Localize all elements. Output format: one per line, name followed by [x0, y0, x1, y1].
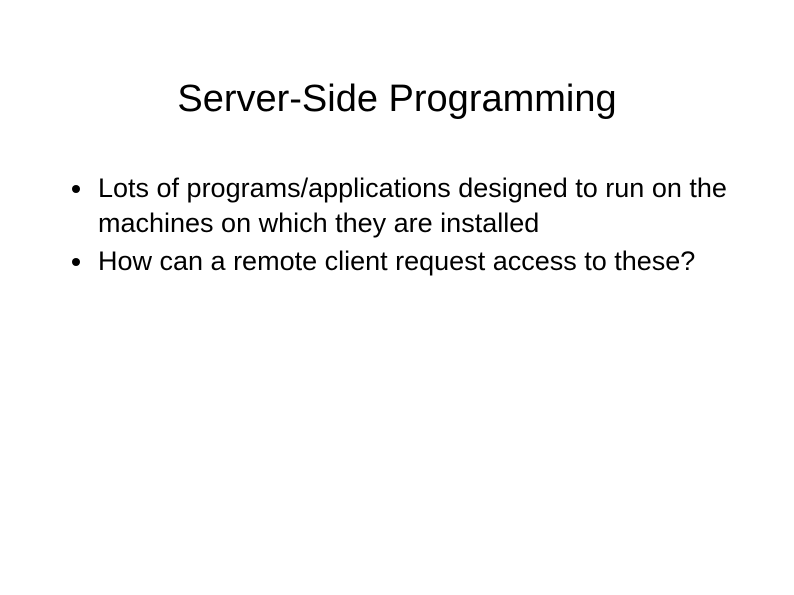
- slide: Server-Side Programming Lots of programs…: [0, 0, 794, 595]
- slide-title: Server-Side Programming: [0, 0, 794, 171]
- list-item: Lots of programs/applications designed t…: [72, 171, 734, 240]
- list-item: How can a remote client request access t…: [72, 244, 734, 279]
- bullet-text: Lots of programs/applications designed t…: [98, 171, 734, 240]
- bullet-icon: [72, 185, 80, 193]
- bullet-icon: [72, 258, 80, 266]
- slide-content: Lots of programs/applications designed t…: [0, 171, 794, 279]
- bullet-list: Lots of programs/applications designed t…: [72, 171, 734, 279]
- bullet-text: How can a remote client request access t…: [98, 244, 695, 279]
